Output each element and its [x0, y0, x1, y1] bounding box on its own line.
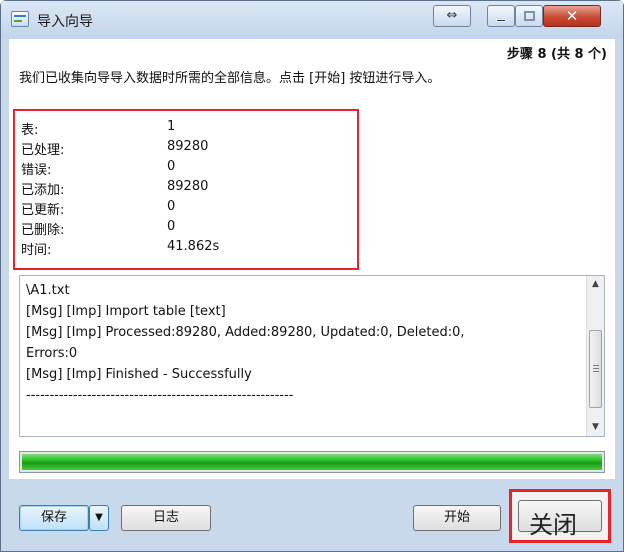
log-line: [Msg] [Imp] Processed:89280, Added:89280…: [26, 325, 465, 340]
start-button[interactable]: 开始: [413, 505, 501, 531]
log-scrollbar[interactable]: ▲ ▼: [586, 276, 604, 436]
log-line: Errors:0: [26, 346, 78, 361]
log-line: \A1.txt: [26, 283, 70, 298]
table-import-icon: [11, 11, 29, 27]
import-log[interactable]: \A1.txt [Msg] [Imp] Import table [text] …: [19, 275, 605, 437]
minimize-button[interactable]: [487, 5, 515, 27]
summary-value: 0: [167, 219, 176, 234]
log-line: [Msg] [Imp] Import table [text]: [26, 304, 226, 319]
summary-value: 89280: [167, 139, 209, 154]
summary-value: 1: [167, 119, 176, 134]
summary-row-tables: 表: 1: [21, 119, 351, 139]
restore-arrows-button[interactable]: ⇔: [433, 5, 471, 27]
log-lines: \A1.txt [Msg] [Imp] Import table [text] …: [26, 280, 582, 406]
summary-value: 41.862s: [167, 239, 220, 254]
maximize-button[interactable]: [515, 5, 543, 27]
summary-label: 已添加:: [21, 183, 65, 198]
summary-label: 已处理:: [21, 143, 65, 158]
wizard-content: 步骤 8 (共 8 个) 我们已收集向导导入数据时所需的全部信息。点击 [开始]…: [9, 39, 615, 479]
summary-label: 已删除:: [21, 223, 65, 238]
summary-row-updated: 已更新: 0: [21, 199, 351, 219]
step-indicator: 步骤 8 (共 8 个): [506, 47, 607, 62]
scroll-up-icon[interactable]: ▲: [587, 276, 604, 293]
close-button[interactable]: 关闭: [518, 500, 602, 539]
summary-label: 表:: [21, 123, 39, 138]
info-message: 我们已收集向导导入数据时所需的全部信息。点击 [开始] 按钮进行导入。: [19, 71, 441, 86]
summary-row-processed: 已处理: 89280: [21, 139, 351, 159]
summary-label: 错误:: [21, 163, 52, 178]
summary-label: 已更新:: [21, 203, 65, 218]
maximize-icon: [524, 11, 535, 21]
import-progress-bar: [19, 451, 605, 473]
log-line: [Msg] [Imp] Finished - Successfully: [26, 367, 252, 382]
progress-fill: [22, 454, 602, 470]
summary-row-errors: 错误: 0: [21, 159, 351, 179]
summary-value: 0: [167, 159, 176, 174]
close-button-label: 关闭: [529, 511, 577, 539]
summary-value: 89280: [167, 179, 209, 194]
summary-row-added: 已添加: 89280: [21, 179, 351, 199]
close-highlight: 关闭: [509, 489, 611, 543]
close-icon: ✕: [565, 7, 579, 25]
import-summary: 表: 1 已处理: 89280 错误: 0 已添加: 89280 已更新: 0 …: [13, 109, 359, 270]
scroll-down-icon[interactable]: ▼: [587, 419, 604, 436]
window-title: 导入向导: [37, 14, 93, 30]
save-dropdown-button[interactable]: ▼: [89, 505, 109, 531]
grip-icon: [593, 365, 599, 366]
title-bar: 导入向导 ⇔ ✕: [1, 1, 623, 39]
summary-row-deleted: 已删除: 0: [21, 219, 351, 239]
log-line: ----------------------------------------…: [26, 388, 294, 403]
window-close-button[interactable]: ✕: [543, 5, 601, 27]
import-wizard-window: 导入向导 ⇔ ✕ 步骤 8 (共 8 个) 我们已收集向导导入数据时所需的全部信…: [0, 0, 624, 552]
save-button[interactable]: 保存: [19, 505, 89, 531]
double-arrow-icon: ⇔: [446, 8, 458, 23]
scroll-thumb[interactable]: [589, 330, 602, 408]
minimize-icon: [496, 19, 506, 22]
summary-label: 时间:: [21, 243, 52, 258]
chevron-down-icon: ▼: [95, 512, 103, 523]
summary-value: 0: [167, 199, 176, 214]
log-button[interactable]: 日志: [121, 505, 211, 531]
summary-row-time: 时间: 41.862s: [21, 239, 351, 259]
